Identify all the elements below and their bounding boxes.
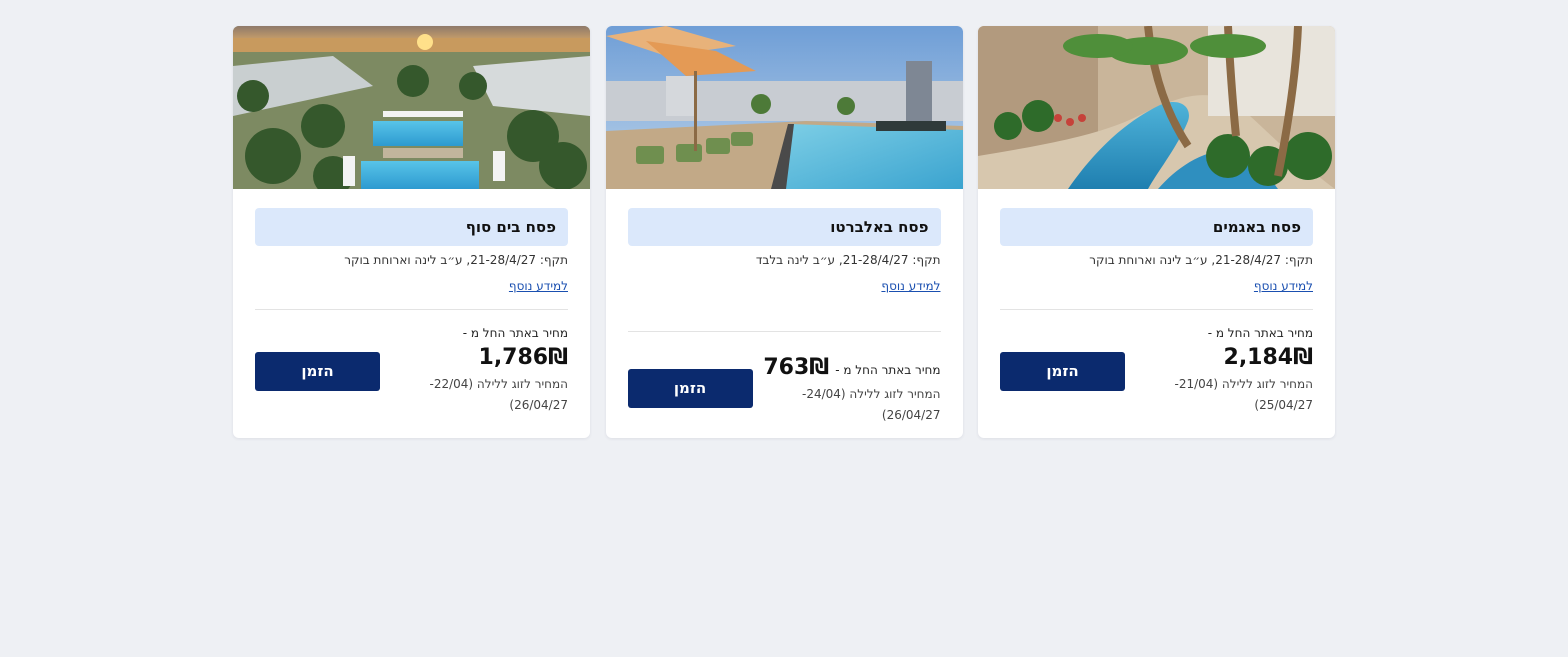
book-button[interactable]: הזמן — [1000, 351, 1125, 391]
price-block: מחיר באתר החל מ - 763₪ המחיר לזוג ללילה … — [763, 350, 940, 426]
divider — [255, 309, 568, 310]
book-button[interactable]: הזמן — [255, 351, 380, 391]
price-value: 2,184₪ — [1223, 345, 1313, 370]
validity-text: תקף: 21-28/4/27, ע״ב לינה בלבד — [755, 253, 941, 267]
divider — [1000, 309, 1313, 310]
price-note-line: 26/04/27) — [509, 398, 568, 412]
offer-card-yam-suf: פסח בים סוף תקף: 21-28/4/27, ע״ב לינה וא… — [233, 26, 590, 438]
price-block: מחיר באתר החל מ - 1,786₪ המחיר לזוג לליל… — [418, 326, 568, 416]
price-from-label: מחיר באתר החל מ - — [835, 363, 941, 377]
price-note-line: המחיר לזוג ללילה (22/04- — [429, 377, 568, 391]
more-info-link[interactable]: למידע נוסף — [509, 279, 568, 293]
price-from-label: מחיר באתר החל מ - — [462, 326, 568, 340]
price-note: המחיר לזוג ללילה (24/04- 26/04/27) — [791, 384, 941, 426]
offer-title: פסח באלברטו — [627, 208, 941, 246]
lagoon-pool-photo — [978, 26, 1335, 189]
validity-text: תקף: 21-28/4/27, ע״ב לינה וארוחת בוקר — [344, 253, 568, 267]
price-note-line: 26/04/27) — [881, 408, 941, 422]
more-info-link[interactable]: למידע נוסף — [881, 279, 940, 293]
offers-row: פסח באגמים תקף: 21-28/4/27, ע״ב לינה ואר… — [233, 26, 1335, 438]
rooftop-pool-photo — [605, 26, 963, 189]
price-note: המחיר לזוג ללילה (22/04- 26/04/27) — [418, 374, 568, 416]
offer-title: פסח באגמים — [1000, 208, 1313, 246]
price-from-label: מחיר באתר החל מ - — [1207, 326, 1313, 340]
resort-pool-sunset-photo — [233, 26, 590, 189]
price-row: מחיר באתר החל מ - 763₪ המחיר לזוג ללילה … — [627, 350, 941, 426]
offer-title: פסח בים סוף — [255, 208, 568, 246]
price-value: 1,786₪ — [478, 345, 568, 370]
price-note-line: 25/04/27) — [1254, 398, 1313, 412]
price-row: מחיר באתר החל מ - 2,184₪ המחיר לזוג לליל… — [1000, 326, 1313, 416]
offer-card-agamim: פסח באגמים תקף: 21-28/4/27, ע״ב לינה ואר… — [978, 26, 1335, 438]
price-note-line: המחיר לזוג ללילה (24/04- — [801, 387, 941, 401]
offer-card-alberto: פסח באלברטו תקף: 21-28/4/27, ע״ב לינה בל… — [605, 26, 963, 438]
price-block: מחיר באתר החל מ - 2,184₪ המחיר לזוג לליל… — [1163, 326, 1313, 416]
price-row: מחיר באתר החל מ - 1,786₪ המחיר לזוג לליל… — [255, 326, 568, 416]
divider — [627, 331, 941, 332]
book-button[interactable]: הזמן — [627, 368, 753, 408]
price-value: 763₪ — [763, 355, 830, 380]
price-note: המחיר לזוג ללילה (21/04- 25/04/27) — [1163, 374, 1313, 416]
price-note-line: המחיר לזוג ללילה (21/04- — [1174, 377, 1313, 391]
more-info-link[interactable]: למידע נוסף — [1254, 279, 1313, 293]
validity-text: תקף: 21-28/4/27, ע״ב לינה וארוחת בוקר — [1089, 253, 1313, 267]
price-inline: מחיר באתר החל מ - 763₪ — [763, 350, 940, 382]
